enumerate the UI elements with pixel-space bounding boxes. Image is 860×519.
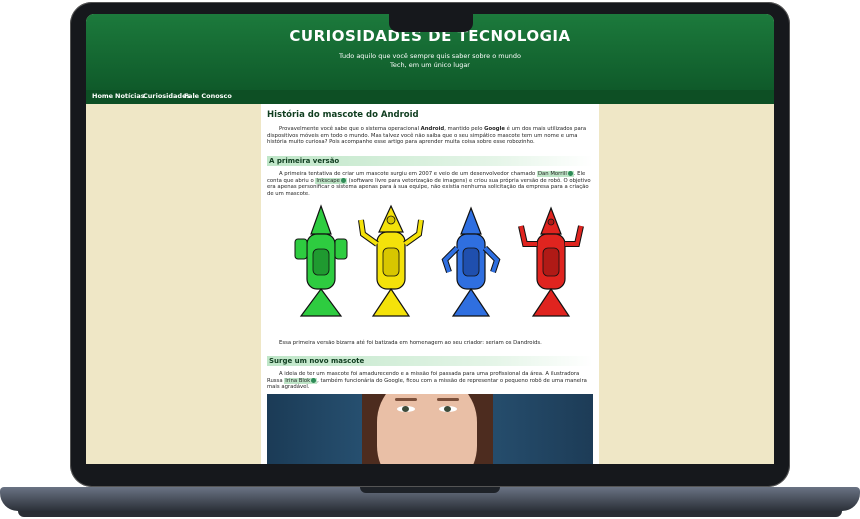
article-title: História do mascote do Android [267,110,419,120]
google-term: Google [484,126,505,132]
section2-paragraph: A ideia de ter um mascote foi amadurecen… [267,371,593,391]
article-content: História do mascote do Android Provavelm… [261,104,599,464]
section1-paragraph: A primeira tentativa de criar um mascote… [267,171,593,197]
external-link-icon [340,177,346,183]
external-link-icon [311,377,317,383]
main-nav: Home Notícias Curiosidades Fale Conosco [86,90,774,104]
section1-text-1: A primeira tentativa de criar um mascote… [279,171,537,177]
robot-red [518,206,584,317]
right-sidebar [600,104,774,464]
tagline-line-2: Tech, em um único lugar [390,61,470,69]
section1-caption: Essa primeira versão bizarra até foi bat… [279,340,542,346]
dandroids-illustration [294,204,584,317]
photo-eye-right [439,406,457,412]
irina-blok-text: Irina Blok [285,377,311,384]
site-tagline: Tudo aquilo que você sempre quis saber s… [86,52,774,70]
photo-eye-left [397,406,415,412]
section2-title: Surge um novo mascote [269,357,365,365]
intro-paragraph: Provavelmente você sabe que o sistema op… [267,126,593,146]
intro-text-1: Provavelmente você sabe que o sistema op… [279,126,421,132]
camera-notch [389,14,473,32]
section1-title: A primeira versão [269,157,340,165]
photo-face [377,394,477,464]
robot-blue [441,206,501,317]
external-link-icon [567,171,573,176]
browser-viewport: CURIOSIDADES DE TECNOLOGIA Tudo aquilo q… [86,14,774,464]
robot-green [294,204,348,317]
dan-morrill-text: Dan Morrill [537,171,567,177]
section-heading-bar: Surge um novo mascote [267,356,593,366]
android-term: Android [420,126,445,132]
nav-home[interactable]: Home [92,92,113,100]
dan-morrill-link[interactable]: Dan Morrill [536,171,574,177]
robot-yellow [358,204,424,317]
left-sidebar [86,104,260,464]
nav-noticias[interactable]: Notícias [115,92,145,100]
inkscape-link[interactable]: Inkscape [315,177,347,184]
laptop-base-foot [18,511,842,517]
intro-text-2: , mantido pelo [444,126,485,132]
tagline-line-1: Tudo aquilo que você sempre quis saber s… [339,52,521,60]
photo-brow-right [437,398,459,401]
photo-brow-left [395,398,417,401]
irina-blok-link[interactable]: Irina Blok [284,377,318,384]
laptop-base-groove [360,487,500,493]
nav-fale-conosco[interactable]: Fale Conosco [184,92,232,100]
irina-blok-photo [267,394,593,464]
inkscape-text: Inkscape [316,177,340,184]
section-heading-bar: A primeira versão [267,156,593,166]
